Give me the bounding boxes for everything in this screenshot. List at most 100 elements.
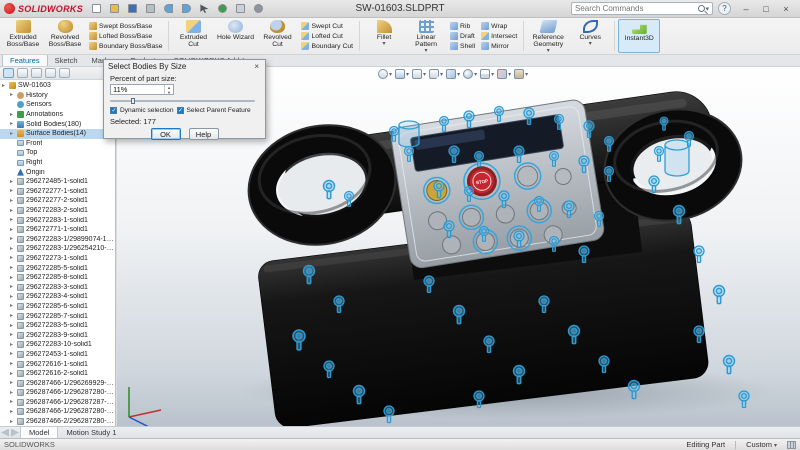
percent-size-slider[interactable] xyxy=(110,98,259,104)
select-parent-feature-checkbox[interactable] xyxy=(177,107,184,114)
expand-arrow-icon[interactable]: ▸ xyxy=(10,131,16,137)
featuremanager-tab-icon[interactable] xyxy=(3,68,14,78)
open-document-button[interactable] xyxy=(107,2,121,15)
tab-motion-study-1[interactable]: Motion Study 1 xyxy=(58,427,124,438)
expand-arrow-icon[interactable]: ▸ xyxy=(10,179,16,185)
tree-item[interactable]: ▸ 296272485-1-solid1 xyxy=(0,177,115,187)
expand-arrow-icon[interactable]: ▸ xyxy=(10,419,16,425)
reference-geometry-dropdown-icon[interactable]: ▾ xyxy=(547,48,550,54)
intersect-button[interactable]: Intersect xyxy=(479,31,519,41)
expand-arrow-icon[interactable]: ▸ xyxy=(10,92,16,98)
tree-item[interactable]: ▸ 296287466-1/296287280-1-solid1 xyxy=(0,388,115,398)
boundary-boss-base-button[interactable]: Boundary Boss/Base xyxy=(87,41,164,51)
expand-arrow-icon[interactable]: ▸ xyxy=(10,409,16,415)
displaymanager-tab-icon[interactable] xyxy=(59,68,70,78)
tree-item[interactable]: ▸ Annotations xyxy=(0,110,115,120)
search-input[interactable] xyxy=(575,4,698,13)
tree-item[interactable]: ▸ 296272285-7-solid1 xyxy=(0,311,115,321)
save-button[interactable] xyxy=(125,2,139,15)
tree-item[interactable]: ▸ 296287466-2/296287280-1-solid1 xyxy=(0,417,115,426)
tree-item[interactable]: ▸ 296272453-1-solid1 xyxy=(0,350,115,360)
close-button[interactable]: × xyxy=(776,1,796,17)
tree-item[interactable]: ▸ 296287466-1/296269929-1-solid1 xyxy=(0,378,115,388)
expand-arrow-icon[interactable]: ▸ xyxy=(10,236,16,242)
dialog-title-bar[interactable]: Select Bodies By Size × xyxy=(104,60,265,73)
swept-boss-base-button[interactable]: Swept Boss/Base xyxy=(87,21,164,31)
fillet-dropdown-icon[interactable]: ▾ xyxy=(383,41,386,47)
tree-item[interactable]: ▸ Front xyxy=(0,139,115,149)
lofted-boss-base-button[interactable]: Lofted Boss/Base xyxy=(87,31,164,41)
tab-scroll-right-icon[interactable] xyxy=(11,429,19,437)
expand-arrow-icon[interactable]: ▸ xyxy=(10,303,16,309)
help-dialog-button[interactable]: Help xyxy=(189,128,219,140)
tree-item[interactable]: ▸ 296272277-1-solid1 xyxy=(0,187,115,197)
rib-button[interactable]: Rib xyxy=(448,21,477,31)
file-properties-button[interactable] xyxy=(233,2,247,15)
extruded-boss-base-button[interactable]: Extruded Boss/Base xyxy=(2,19,44,53)
dynamic-selection-checkbox[interactable] xyxy=(110,107,117,114)
wrap-button[interactable]: Wrap xyxy=(479,21,519,31)
dimxpertmanager-tab-icon[interactable] xyxy=(45,68,56,78)
expand-arrow-icon[interactable]: ▸ xyxy=(10,351,16,357)
tree-item[interactable]: ▸ History xyxy=(0,91,115,101)
percent-size-spinner[interactable]: 11% ▲▼ xyxy=(110,84,174,95)
expand-arrow-icon[interactable]: ▸ xyxy=(10,380,16,386)
tree-item[interactable]: ▸ 296272283-5-solid1 xyxy=(0,321,115,331)
tree-item[interactable]: ▸ Top xyxy=(0,148,115,158)
tree-item[interactable]: ▸ 296287466-1/296287280-3-solid1 xyxy=(0,407,115,417)
expand-arrow-icon[interactable]: ▸ xyxy=(10,390,16,396)
expand-arrow-icon[interactable]: ▸ xyxy=(10,188,16,194)
tab-model[interactable]: Model xyxy=(20,427,58,438)
curves-dropdown-icon[interactable]: ▾ xyxy=(589,41,592,47)
lofted-cut-button[interactable]: Lofted Cut xyxy=(299,31,355,41)
tree-item[interactable]: ▸ Origin xyxy=(0,167,115,177)
propertymanager-tab-icon[interactable] xyxy=(17,68,28,78)
expand-arrow-icon[interactable]: ▸ xyxy=(2,83,8,89)
extruded-cut-button[interactable]: Extruded Cut xyxy=(172,19,214,53)
reference-geometry-button[interactable]: Reference Geometry ▾ xyxy=(527,19,569,53)
fillet-button[interactable]: Fillet ▾ xyxy=(363,19,405,53)
minimize-button[interactable]: – xyxy=(736,1,756,17)
new-document-button[interactable] xyxy=(89,2,103,15)
undo-button[interactable] xyxy=(161,2,175,15)
tree-item[interactable]: ▸ 296272285-8-solid1 xyxy=(0,273,115,283)
expand-arrow-icon[interactable]: ▸ xyxy=(10,361,16,367)
tree-item[interactable]: ▸ 296272273-1-solid1 xyxy=(0,254,115,264)
tree-item[interactable]: ▸ 296272283-2-solid1 xyxy=(0,206,115,216)
boundary-cut-button[interactable]: Boundary Cut xyxy=(299,41,355,51)
expand-arrow-icon[interactable]: ▸ xyxy=(10,323,16,329)
ok-button[interactable]: OK xyxy=(151,128,181,140)
tree-item[interactable]: ▸ 296272277-2-solid1 xyxy=(0,196,115,206)
tree-item[interactable]: ▸ 296272283-1-solid1 xyxy=(0,215,115,225)
tree-item[interactable]: ▸ 296272771-1-solid1 xyxy=(0,225,115,235)
select-button[interactable] xyxy=(197,2,211,15)
expand-arrow-icon[interactable]: ▸ xyxy=(10,265,16,271)
tree-item[interactable]: ▸ Right xyxy=(0,158,115,168)
rebuild-button[interactable] xyxy=(215,2,229,15)
swept-cut-button[interactable]: Swept Cut xyxy=(299,21,355,31)
tree-item[interactable]: ▸ 296272283-10-solid1 xyxy=(0,340,115,350)
tree-item[interactable]: ▸ SW-01603 xyxy=(0,81,115,91)
expand-arrow-icon[interactable]: ▸ xyxy=(10,294,16,300)
expand-arrow-icon[interactable]: ▸ xyxy=(10,198,16,204)
expand-arrow-icon[interactable]: ▸ xyxy=(10,227,16,233)
revolved-boss-base-button[interactable]: Revolved Boss/Base xyxy=(44,19,86,53)
tab-features[interactable]: Features xyxy=(2,54,48,66)
expand-arrow-icon[interactable]: ▸ xyxy=(10,332,16,338)
tree-item[interactable]: ▸ Solid Bodies(180) xyxy=(0,119,115,129)
shell-button[interactable]: Shell xyxy=(448,41,477,51)
revolved-cut-button[interactable]: Revolved Cut xyxy=(256,19,298,53)
mirror-button[interactable]: Mirror xyxy=(479,41,519,51)
expand-arrow-icon[interactable]: ▸ xyxy=(10,399,16,405)
print-button[interactable] xyxy=(143,2,157,15)
tree-item[interactable]: ▸ 296272283-4-solid1 xyxy=(0,292,115,302)
panel-toggle-icon[interactable] xyxy=(787,441,796,449)
maximize-button[interactable]: □ xyxy=(756,1,776,17)
tree-item[interactable]: ▸ 296272283-1/29899074-1-solid1 xyxy=(0,235,115,245)
expand-arrow-icon[interactable]: ▸ xyxy=(10,112,16,118)
help-button[interactable]: ? xyxy=(718,2,731,15)
tree-item[interactable]: ▸ 296272285-5-solid1 xyxy=(0,263,115,273)
configurationmanager-tab-icon[interactable] xyxy=(31,68,42,78)
tree-item[interactable]: ▸ 296272283-9-solid1 xyxy=(0,330,115,340)
expand-arrow-icon[interactable]: ▸ xyxy=(10,275,16,281)
